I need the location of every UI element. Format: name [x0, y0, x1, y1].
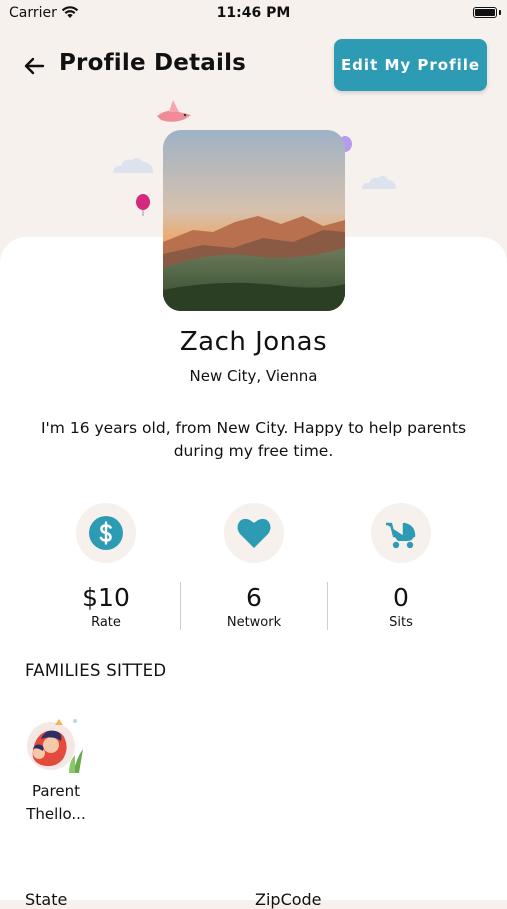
network-label: Network	[226, 615, 282, 630]
cloud-illustration	[113, 157, 153, 173]
cloud-illustration	[362, 175, 396, 189]
profile-name: Zach Jonas	[179, 327, 328, 357]
profile-location: New City, Vienna	[189, 367, 318, 385]
family-name[interactable]: Parent Thello...	[16, 780, 96, 826]
status-time: 11:46 PM	[216, 5, 291, 21]
heart-icon	[237, 518, 271, 548]
rate-label: Rate	[91, 615, 121, 630]
stroller-icon	[386, 522, 416, 549]
family-avatar[interactable]	[25, 715, 91, 775]
edit-profile-button[interactable]: Edit My Profile	[334, 39, 487, 91]
balloon-illustration	[136, 194, 150, 216]
sits-stat-icon-container	[371, 503, 431, 563]
back-arrow-icon[interactable]	[22, 54, 46, 78]
stat-divider	[180, 582, 181, 630]
status-bar: Carrier 11:46 PM	[0, 0, 507, 30]
sits-label: Sits	[389, 615, 413, 630]
profile-photo	[163, 130, 345, 311]
sits-value: 0	[393, 583, 409, 612]
network-stat-icon-container	[224, 503, 284, 563]
dollar-icon	[89, 516, 123, 550]
rate-value: $10	[82, 583, 130, 612]
rate-stat-icon-container	[76, 503, 136, 563]
families-section-title: FAMILIES SITTED	[25, 661, 167, 680]
network-value: 6	[246, 583, 262, 612]
stat-divider	[327, 582, 328, 630]
page-title: Profile Details	[59, 50, 247, 76]
profile-bio: I'm 16 years old, from New City. Happy t…	[40, 419, 467, 460]
header: Profile Details Edit My Profile	[0, 36, 507, 96]
bird-illustration	[157, 100, 191, 122]
battery-icon	[473, 7, 497, 18]
